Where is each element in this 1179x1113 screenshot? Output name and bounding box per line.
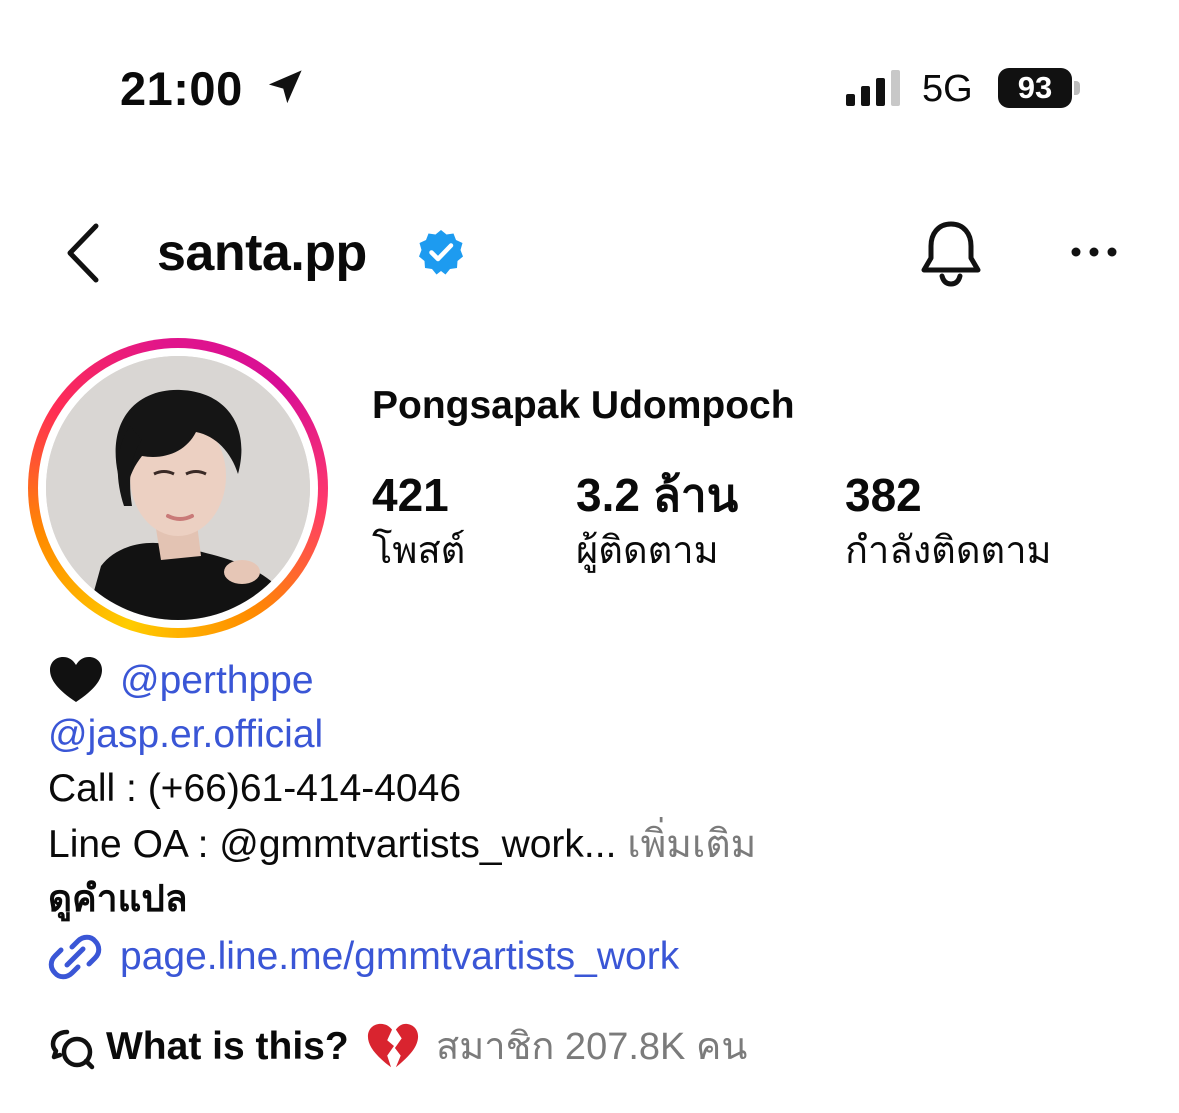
back-chevron-icon[interactable] bbox=[62, 222, 106, 284]
following-label[interactable]: กำลังติดตาม bbox=[845, 528, 1052, 574]
followers-label[interactable]: ผู้ติดตาม bbox=[576, 528, 719, 574]
bio-external-link[interactable]: page.line.me/gmmtvartists_work bbox=[120, 932, 679, 982]
bell-icon[interactable] bbox=[918, 218, 984, 288]
bio-more-button[interactable]: เพิ่มเติม bbox=[627, 823, 756, 866]
battery-level: 93 bbox=[1017, 70, 1053, 105]
signal-bars-icon bbox=[846, 70, 900, 106]
more-icon[interactable] bbox=[1066, 236, 1122, 268]
link-icon bbox=[48, 934, 102, 980]
bio-mention-link[interactable]: @jasp.er.official bbox=[48, 710, 323, 760]
posts-count[interactable]: 421 bbox=[372, 468, 449, 522]
network-type: 5G bbox=[922, 68, 973, 110]
channel-members: สมาชิก 207.8K คน bbox=[436, 1026, 748, 1068]
profile-full-name: Pongsapak Udompoch bbox=[372, 384, 795, 427]
avatar-photo bbox=[46, 356, 310, 620]
posts-label[interactable]: โพสต์ bbox=[372, 528, 465, 574]
profile-username: santa.pp bbox=[157, 224, 367, 282]
bio-line-oa-text: Line OA : @gmmtvartists_work... bbox=[48, 823, 617, 866]
bio-line-oa: Line OA : @gmmtvartists_work... เพิ่มเติ… bbox=[48, 820, 756, 870]
broadcast-channel-icon bbox=[50, 1029, 95, 1070]
followers-count[interactable]: 3.2 ล้าน bbox=[576, 468, 738, 522]
following-count[interactable]: 382 bbox=[845, 468, 922, 522]
battery-icon: 93 bbox=[998, 68, 1084, 108]
bio-phone: Call : (+66)61-414-4046 bbox=[48, 767, 462, 810]
status-time: 21:00 bbox=[120, 62, 243, 115]
black-heart-icon bbox=[50, 657, 102, 702]
bio-mention-link[interactable]: @perthppe bbox=[120, 656, 314, 706]
location-arrow-icon bbox=[268, 70, 302, 104]
see-translation-button[interactable]: ดูคำแปล bbox=[48, 874, 188, 924]
channel-title[interactable]: What is this? bbox=[106, 1022, 349, 1072]
broken-heart-icon bbox=[367, 1023, 419, 1068]
profile-avatar[interactable] bbox=[28, 338, 328, 638]
verified-badge-icon bbox=[419, 230, 463, 275]
